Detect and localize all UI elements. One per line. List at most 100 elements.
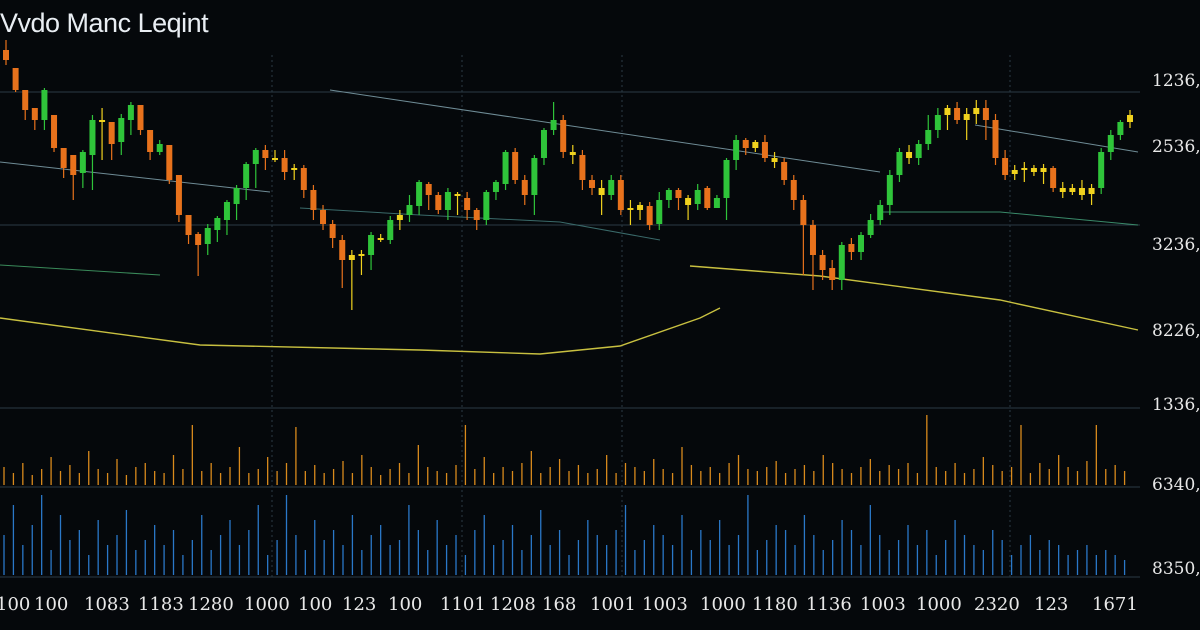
candle-body (1088, 188, 1095, 194)
candle (12, 68, 19, 92)
candle (214, 216, 221, 242)
x-axis-label: 100 (34, 594, 68, 615)
candle (492, 180, 499, 200)
candle (41, 88, 48, 130)
candle (685, 195, 692, 220)
candle (656, 192, 663, 230)
candle-body (175, 175, 182, 215)
candle (896, 148, 903, 182)
x-axis-label: 1003 (642, 594, 688, 615)
candle-body (320, 210, 327, 224)
candle (329, 220, 336, 248)
candle-body (1069, 188, 1076, 192)
candle-body (31, 108, 38, 120)
candle (1040, 164, 1047, 184)
candle (425, 182, 432, 210)
candle (733, 135, 740, 170)
candle (137, 105, 144, 135)
candle-body (377, 238, 384, 240)
candle (252, 148, 259, 188)
candle-body (1117, 122, 1124, 135)
candle-body (800, 200, 807, 225)
candle-body (435, 195, 442, 210)
candle (954, 102, 961, 124)
y-axis-label: 8350,00 (1152, 559, 1200, 579)
candle (166, 145, 173, 184)
candle (262, 145, 269, 170)
ma-teal-mid (299, 207, 661, 241)
candle-body (108, 122, 115, 144)
x-axis-label: 123 (342, 594, 376, 615)
candle (665, 188, 672, 208)
candle-body (358, 254, 365, 256)
candle (1107, 130, 1114, 160)
candle-body (915, 144, 922, 158)
candle (809, 220, 816, 290)
candle-body (1021, 168, 1028, 170)
candle-body (79, 152, 86, 173)
candle (761, 135, 768, 162)
candle (771, 152, 778, 168)
candle-body (896, 152, 903, 175)
candle-body (51, 115, 58, 148)
candle-body (262, 150, 269, 158)
candle (156, 140, 163, 155)
candle-body (1040, 168, 1047, 172)
candle (963, 108, 970, 140)
candle-body (589, 180, 596, 188)
candle-body (877, 205, 884, 220)
candlestick-chart: 1236,00 2536,00 3236,00 8226,00 1336,00 6340,… (0, 40, 1200, 615)
candle-body (540, 130, 547, 158)
candle-body (598, 188, 605, 195)
candle-body (617, 180, 624, 210)
candle (271, 150, 278, 162)
candle-body (925, 130, 932, 144)
candle (704, 186, 711, 210)
candle-body (454, 194, 461, 196)
candle (675, 188, 682, 210)
candle (118, 114, 125, 155)
candle (243, 162, 250, 200)
candle (598, 180, 605, 215)
candle-body (704, 188, 711, 208)
candle-body (41, 90, 48, 120)
candle-body (118, 118, 125, 142)
candle (944, 105, 951, 130)
candle-body (723, 160, 730, 198)
candle (31, 108, 38, 130)
candle-body (637, 205, 644, 210)
candle-body (406, 205, 413, 215)
x-axis-label: 168 (542, 594, 576, 615)
candle-body (656, 200, 663, 224)
candle-body (1078, 188, 1085, 195)
candle-body (867, 220, 874, 235)
x-axis-label: 1003 (860, 594, 906, 615)
candle (512, 148, 519, 184)
ma-green-right (880, 211, 1139, 226)
x-axis-label: 1000 (244, 594, 290, 615)
x-axis-label: 1671 (1092, 594, 1138, 615)
candle-body (195, 234, 202, 245)
candle-body (579, 155, 586, 180)
candle (51, 115, 58, 152)
candle-body (223, 202, 230, 220)
grid-lines (0, 55, 1140, 580)
candle (99, 108, 106, 160)
candle-body (761, 142, 768, 158)
candle (377, 234, 384, 242)
y-axis-label: 1336,00 (1152, 395, 1200, 415)
candle (569, 145, 576, 164)
candle (694, 184, 701, 210)
candle-body (281, 158, 288, 172)
candle-body (982, 108, 989, 120)
candle-body (771, 158, 778, 162)
candle (589, 175, 596, 195)
candle (790, 175, 797, 210)
candle-body (829, 268, 836, 280)
candle (368, 232, 375, 270)
candle (915, 140, 922, 165)
candle-body (713, 198, 720, 208)
candle-body (3, 50, 9, 60)
candle (646, 202, 653, 230)
candle (1011, 165, 1018, 180)
